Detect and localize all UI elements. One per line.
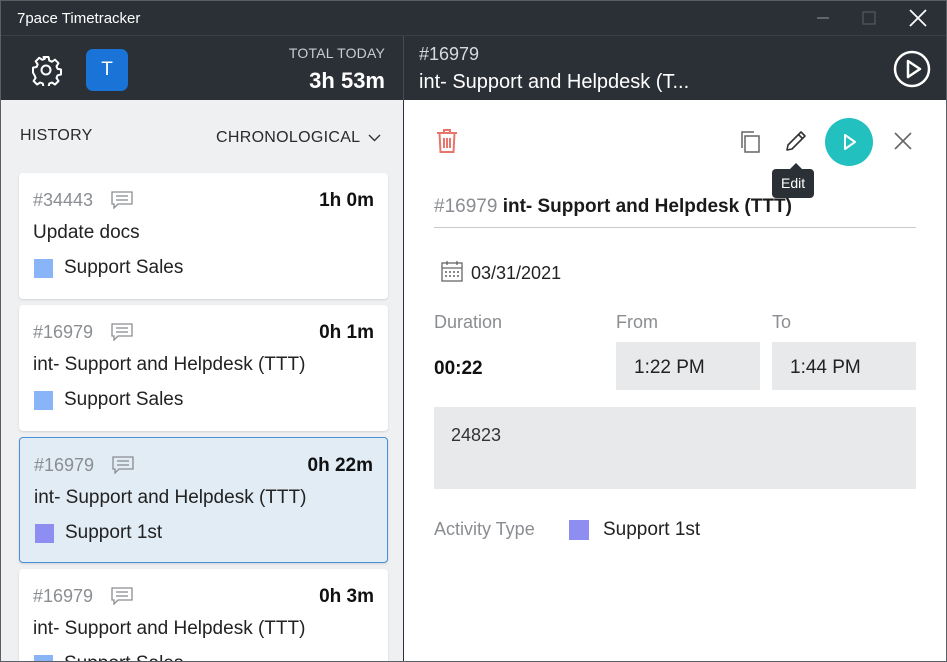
duration-label: Duration [434, 312, 503, 332]
current-work-item-id: #16979 [419, 44, 480, 64]
close-icon [909, 9, 927, 27]
copy-icon [741, 131, 760, 153]
detail-panel: #16979 int- Support and Helpdesk (TTT) E… [404, 100, 946, 661]
activity-type-label: Activity Type [434, 519, 535, 539]
card-activity: Support Sales [64, 257, 184, 278]
minimize-button[interactable] [800, 1, 846, 35]
pencil-icon [786, 131, 806, 151]
settings-button[interactable] [30, 54, 62, 88]
comment-icon [111, 587, 133, 605]
card-work-item-id: #16979 [33, 322, 94, 342]
history-panel: HISTORY CHRONOLOGICAL #34443 1h 0m Update … [1, 100, 403, 661]
title-bar: 7pace Timetracker [1, 1, 946, 35]
total-today-label: TOTAL TODAY [288, 45, 385, 61]
edit-button[interactable] [783, 128, 809, 154]
duration-value: 00:22 [434, 358, 483, 379]
card-work-item-id: #16979 [33, 586, 94, 606]
activity-color-swatch [569, 520, 589, 540]
card-work-item-id: #34443 [33, 190, 94, 210]
play-circle-icon [893, 50, 931, 88]
card-duration: 1h 0m [319, 190, 374, 211]
title-underline [434, 227, 916, 228]
current-work-item-title: int- Support and Helpdesk (T... [419, 71, 690, 93]
comment-icon [112, 456, 134, 474]
header-divider [403, 36, 404, 101]
card-duration: 0h 22m [307, 455, 373, 476]
card-activity-swatch [34, 259, 53, 278]
card-activity: Support Sales [64, 389, 184, 410]
activity-type-value[interactable]: Support 1st [603, 519, 700, 541]
from-time-field[interactable]: 1:22 PM [616, 342, 760, 390]
app-window: 7pace Timetracker T TOTAL TODAY 3h 53m #… [0, 0, 947, 662]
card-activity-swatch [35, 524, 54, 543]
history-card[interactable]: #16979 0h 3m int- Support and Helpdesk (TT… [19, 569, 388, 661]
sort-dropdown[interactable]: CHRONOLOGICAL [216, 129, 381, 147]
edit-tooltip: Edit [772, 163, 815, 198]
card-title: int- Support and Helpdesk (TTT) [33, 618, 306, 639]
sort-label: CHRONOLOGICAL [216, 129, 361, 146]
trash-icon [437, 129, 457, 153]
delete-button[interactable] [436, 128, 458, 154]
copy-button[interactable] [738, 130, 762, 154]
history-card[interactable]: #16979 0h 22m int- Support and Helpdesk (T… [19, 437, 388, 563]
play-icon [844, 134, 856, 150]
maximize-button[interactable] [846, 1, 892, 35]
to-time-field[interactable]: 1:44 PM [772, 342, 916, 390]
card-activity-swatch [34, 655, 53, 661]
detail-work-item-id: #16979 [434, 196, 498, 217]
total-today-value: 3h 53m [309, 68, 385, 93]
card-duration: 0h 1m [319, 322, 374, 343]
card-duration: 0h 3m [319, 586, 374, 607]
card-title: int- Support and Helpdesk (TTT) [34, 487, 307, 508]
close-icon [894, 132, 912, 150]
card-title: int- Support and Helpdesk (TTT) [33, 354, 306, 375]
chevron-down-icon [368, 134, 381, 142]
start-timer-button[interactable] [825, 118, 873, 166]
gear-icon [32, 56, 62, 88]
detail-title: #16979 int- Support and Helpdesk (TTT) [434, 196, 792, 218]
card-work-item-id: #16979 [34, 455, 95, 475]
card-activity: Support Sales [64, 653, 183, 661]
calendar-icon [441, 261, 463, 282]
from-label: From [616, 312, 658, 332]
maximize-icon [862, 11, 876, 25]
to-label: To [772, 312, 792, 332]
history-card[interactable]: #16979 0h 1m int- Support and Helpdesk (TT… [19, 305, 388, 431]
app-header: T TOTAL TODAY 3h 53m #16979 int- Support… [1, 35, 946, 101]
card-activity-swatch [34, 391, 53, 410]
window-close-button[interactable] [895, 1, 941, 35]
card-title: Update docs [33, 222, 140, 243]
entry-date[interactable]: 03/31/2021 [471, 263, 561, 284]
app-title: 7pace Timetracker [17, 10, 141, 27]
close-detail-button[interactable] [892, 130, 914, 152]
comment-icon [111, 191, 133, 209]
date-picker-button[interactable] [440, 259, 464, 283]
comment-icon [111, 323, 133, 341]
minimize-icon [817, 17, 829, 19]
history-label: HISTORY [20, 127, 93, 144]
history-card[interactable]: #34443 1h 0m Update docs Support Sales [19, 173, 388, 299]
start-tracking-button[interactable] [892, 49, 932, 89]
comment-field[interactable]: 24823 [434, 407, 916, 489]
card-activity: Support 1st [65, 522, 163, 543]
detail-work-item-title: int- Support and Helpdesk (TTT) [502, 196, 792, 217]
avatar[interactable]: T [86, 49, 128, 91]
